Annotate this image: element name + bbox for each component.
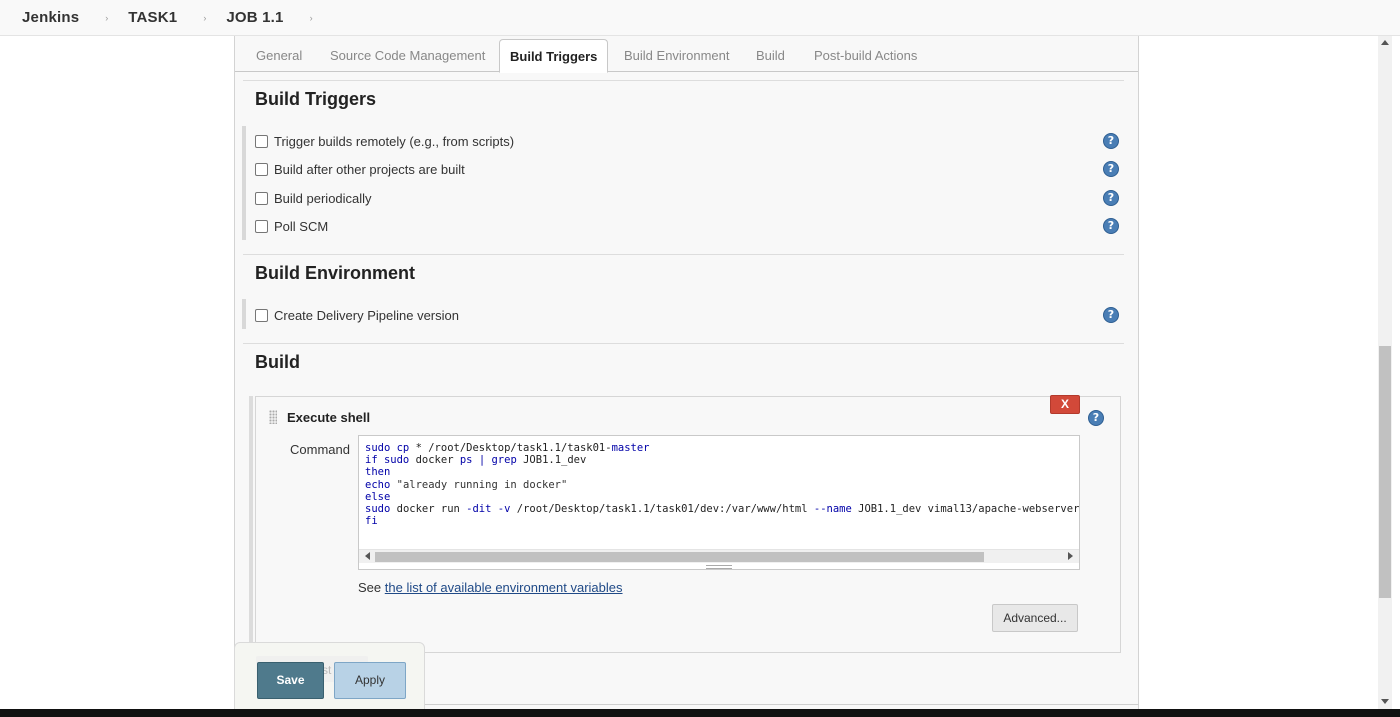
vertical-scrollbar[interactable] (1378, 36, 1392, 709)
execute-shell-step: Execute shell X Command sudo cp * /root/… (255, 395, 1121, 653)
tab-post-build-actions[interactable]: Post-build Actions (804, 39, 927, 72)
checkbox[interactable] (255, 219, 268, 233)
env-variables-line: See the list of available environment va… (358, 580, 623, 595)
option-create-delivery-pipeline[interactable]: Create Delivery Pipeline version (255, 305, 459, 325)
command-code: sudo cp * /root/Desktop/task1.1/task01-m… (365, 442, 1080, 528)
delete-step-button[interactable]: X (1050, 395, 1080, 414)
tab-source-code-management[interactable]: Source Code Management (320, 39, 495, 72)
step-title: Execute shell (287, 410, 371, 425)
config-tabbar: General Source Code Management Build Tri… (235, 36, 1138, 73)
save-button[interactable]: Save (257, 662, 324, 699)
command-label: Command (290, 442, 350, 457)
build-environment-title: Build Environment (255, 263, 416, 283)
checkbox[interactable] (255, 162, 268, 176)
option-build-periodically[interactable]: Build periodically (255, 188, 372, 208)
chevron-right-icon[interactable]: › (105, 13, 108, 23)
checkbox[interactable] (255, 134, 268, 148)
env-prefix: See (358, 580, 382, 595)
breadcrumb-item-jenkins[interactable]: Jenkins (22, 9, 79, 26)
checkbox[interactable] (255, 191, 268, 205)
code-line: echo "already running in docker" (365, 478, 568, 491)
option-group-bar (242, 126, 246, 240)
option-poll-scm[interactable]: Poll SCM (255, 216, 328, 236)
option-group-bar (242, 299, 246, 329)
option-label: Create Delivery Pipeline version (274, 307, 459, 323)
tab-build-triggers[interactable]: Build Triggers (499, 39, 609, 73)
tab-build[interactable]: Build (746, 39, 795, 72)
option-trigger-remotely[interactable]: Trigger builds remotely (e.g., from scri… (255, 131, 514, 151)
arrow-left-icon[interactable] (365, 552, 370, 560)
code-line: then (365, 466, 391, 479)
section-divider (243, 80, 1124, 81)
option-label: Poll SCM (274, 218, 329, 234)
window-bottom-edge (0, 709, 1400, 717)
apply-button[interactable]: Apply (334, 662, 406, 699)
chevron-right-icon[interactable]: › (203, 13, 206, 23)
checkbox[interactable] (255, 308, 268, 322)
arrow-right-icon[interactable] (1068, 552, 1073, 560)
drag-handle-icon[interactable] (269, 410, 277, 424)
code-line: sudo docker run -dit -v /root/Desktop/ta… (365, 503, 1080, 516)
breadcrumb-item-task1[interactable]: TASK1 (128, 9, 177, 26)
help-icon[interactable]: ? (1103, 190, 1119, 206)
section-divider (243, 254, 1124, 255)
job-config-panel: General Source Code Management Build Tri… (234, 36, 1139, 717)
env-variables-link[interactable]: the list of available environment variab… (385, 580, 623, 595)
resize-handle[interactable] (706, 565, 732, 569)
arrow-up-icon[interactable] (1381, 40, 1389, 45)
breadcrumb-item-job[interactable]: JOB 1.1 (226, 9, 283, 26)
section-divider (243, 343, 1124, 344)
code-line: if sudo docker ps | grep JOB1.1_dev (365, 454, 587, 467)
code-line: else (365, 490, 391, 503)
chevron-right-icon[interactable]: › (310, 13, 313, 23)
option-label: Trigger builds remotely (e.g., from scri… (274, 133, 515, 149)
help-icon[interactable]: ? (1088, 410, 1104, 426)
help-icon[interactable]: ? (1103, 161, 1119, 177)
command-textarea[interactable]: sudo cp * /root/Desktop/task1.1/task01-m… (358, 435, 1080, 570)
tab-build-environment[interactable]: Build Environment (614, 39, 740, 72)
breadcrumb: Jenkins › TASK1 › JOB 1.1 › (0, 0, 1400, 36)
option-build-after-other[interactable]: Build after other projects are built (255, 159, 465, 179)
arrow-down-icon[interactable] (1381, 699, 1389, 704)
scrollbar-thumb[interactable] (1379, 346, 1391, 598)
code-line: fi (365, 515, 378, 528)
advanced-button[interactable]: Advanced... (992, 604, 1078, 632)
help-icon[interactable]: ? (1103, 218, 1119, 234)
scrollbar-thumb[interactable] (375, 552, 984, 562)
code-line: sudo cp * /root/Desktop/task1.1/task01-m… (365, 442, 650, 454)
option-label: Build periodically (274, 190, 372, 206)
option-label: Build after other projects are built (274, 161, 465, 177)
build-triggers-title: Build Triggers (255, 89, 377, 109)
help-icon[interactable]: ? (1103, 307, 1119, 323)
tab-general[interactable]: General (246, 39, 312, 72)
horizontal-scrollbar[interactable] (359, 549, 1079, 563)
help-icon[interactable]: ? (1103, 133, 1119, 149)
build-title: Build (255, 352, 300, 372)
